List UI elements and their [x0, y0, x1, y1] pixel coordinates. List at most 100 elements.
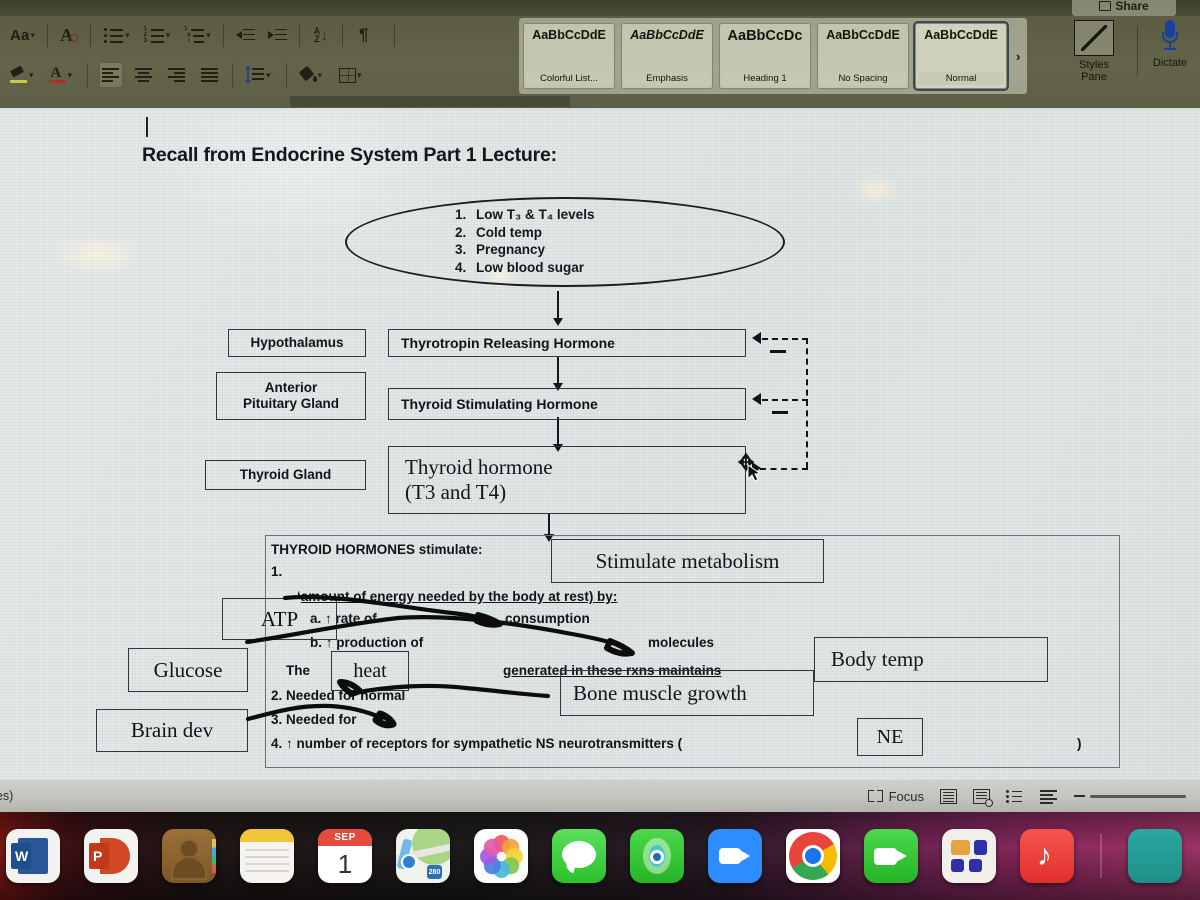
answer-box-heat[interactable]: heat — [331, 651, 409, 691]
dock-app-messages[interactable] — [552, 829, 606, 883]
chevron-down-icon[interactable]: ▾ — [318, 70, 323, 81]
style-preview: AaBbCcDdE — [532, 28, 606, 42]
dock-app-calendar[interactable]: SEP 1 — [318, 829, 372, 883]
sort-button[interactable]: A Z ↓ — [310, 22, 332, 48]
text-highlight-button[interactable]: ▾ — [8, 62, 36, 88]
align-center-button[interactable] — [132, 62, 156, 88]
hormone-box-trh[interactable]: Thyrotropin Releasing Hormone — [388, 329, 746, 357]
list-item: 3. Pregnancy — [455, 241, 785, 259]
borders-button[interactable]: ▾ — [337, 62, 364, 88]
styles-gallery[interactable]: AaBbCcDdE Colorful List... AaBbCcDdE Emp… — [519, 18, 1028, 94]
shading-button[interactable]: ▾ — [297, 62, 325, 88]
multilevel-list-button[interactable]: 1 a i ▾ — [183, 22, 213, 48]
dock-app-facetime[interactable] — [864, 829, 918, 883]
bullets-button[interactable]: ▾ — [102, 22, 132, 48]
document-page[interactable]: Recall from Endocrine System Part 1 Lect… — [0, 108, 1200, 780]
feedback-arrowhead-tsh — [752, 393, 761, 405]
dock-app-zoom[interactable] — [708, 829, 762, 883]
dictate-button[interactable]: Dictate — [1138, 20, 1200, 102]
trigger-list: 1. Low T₃ & T₄ levels 2. Cold temp 3. Pregn… — [455, 206, 785, 276]
align-center-icon — [134, 67, 154, 83]
page-title: Recall from Endocrine System Part 1 Lect… — [142, 144, 557, 166]
effects-sub-a-tail: consumption — [505, 611, 590, 626]
print-layout-view-icon[interactable] — [940, 788, 957, 804]
list-text: Low T₃ & T₄ levels — [476, 207, 595, 222]
effects-item4-close: ) — [1077, 736, 1082, 751]
divider — [90, 23, 92, 47]
dock-app-microsoft-word[interactable]: W — [6, 829, 60, 883]
increase-indent-icon — [267, 28, 287, 43]
numbering-button[interactable]: 1 2 3 ▾ — [143, 22, 173, 48]
chevron-down-icon[interactable]: ▾ — [206, 30, 211, 41]
answer-text: NE — [876, 725, 904, 748]
chevron-down-icon[interactable]: ▾ — [68, 70, 73, 81]
answer-box-ne[interactable]: NE — [857, 718, 923, 756]
dock-app-google-chrome[interactable] — [786, 829, 840, 883]
align-left-button[interactable] — [99, 62, 124, 88]
chevron-down-icon[interactable]: ▾ — [357, 70, 362, 81]
hormone-text-line2: (T3 and T4) — [405, 480, 507, 504]
share-button[interactable]: Share — [1072, 0, 1176, 16]
answer-box-brain-dev[interactable]: Brain dev — [96, 709, 248, 752]
decrease-indent-button[interactable] — [234, 22, 257, 48]
answer-box-atp[interactable]: ATP — [222, 598, 337, 640]
word-status-bar: tates) Focus — [0, 780, 1200, 812]
dock-app-maps[interactable]: 280 — [396, 829, 450, 883]
effects-item1-tail: ‘amount of energy needed by the body at … — [297, 589, 617, 604]
zoom-out-button[interactable] — [1074, 794, 1085, 798]
draft-view-icon[interactable] — [1039, 789, 1058, 804]
style-card-colorful-list[interactable]: AaBbCcDdE Colorful List... — [523, 23, 615, 89]
share-icon — [1099, 1, 1112, 11]
styles-pane-icon — [1074, 20, 1114, 56]
dock-app-music[interactable]: ♪ — [1020, 829, 1074, 883]
font-color-button[interactable]: A ▾ — [47, 62, 75, 88]
dock-app-microsoft-edge[interactable] — [1128, 829, 1182, 883]
hormone-box-tsh[interactable]: Thyroid Stimulating Hormone — [388, 388, 746, 420]
hormone-box-thyroid-hormone[interactable]: Thyroid hormone (T3 and T4) — [388, 446, 746, 514]
dock-app-notes[interactable] — [240, 829, 294, 883]
outline-view-icon[interactable] — [1006, 789, 1023, 803]
dock-app-contacts[interactable] — [162, 829, 216, 883]
focus-mode-button[interactable]: Focus — [867, 789, 924, 804]
web-layout-view-icon[interactable] — [973, 788, 993, 807]
change-case-button[interactable]: Aa ▾ — [8, 22, 37, 48]
answer-box-glucose[interactable]: Glucose — [128, 648, 248, 692]
align-right-button[interactable] — [165, 62, 189, 88]
increase-indent-button[interactable] — [266, 22, 289, 48]
list-number: 2. — [455, 224, 467, 240]
style-card-emphasis[interactable]: AaBbCcDdE Emphasis — [621, 23, 713, 89]
style-card-normal[interactable]: AaBbCcDdE Normal — [913, 21, 1009, 91]
justify-button[interactable] — [198, 62, 222, 88]
styles-pane-button[interactable]: Styles Pane — [1062, 20, 1126, 102]
dock-app-photos[interactable] — [474, 829, 528, 883]
style-preview: AaBbCcDdE — [924, 28, 998, 42]
answer-box-body-temp[interactable]: Body temp — [814, 637, 1048, 682]
chevron-down-icon[interactable]: ▾ — [29, 70, 34, 81]
chevron-down-icon: ▾ — [30, 29, 36, 40]
dock-app-letter: W — [15, 848, 29, 864]
answer-box-stimulate-metabolism[interactable]: Stimulate metabolism — [551, 539, 824, 583]
down-arrow-icon: ↓ — [321, 27, 328, 43]
chevron-down-icon[interactable]: ▾ — [166, 30, 171, 41]
gland-label-thyroid[interactable]: Thyroid Gland — [205, 460, 366, 490]
style-name: Heading 1 — [722, 72, 808, 85]
chevron-down-icon[interactable]: ▾ — [266, 70, 271, 81]
dock-divider — [1100, 834, 1102, 878]
line-spacing-button[interactable]: ▾ — [243, 62, 273, 88]
gland-label-hypothalamus[interactable]: Hypothalamus — [228, 329, 366, 357]
dock-app-find-my[interactable] — [630, 829, 684, 883]
style-card-heading-1[interactable]: AaBbCcDc Heading 1 — [719, 23, 811, 89]
clear-formatting-button[interactable]: A — [58, 22, 80, 48]
show-formatting-marks-button[interactable]: ¶ — [353, 22, 375, 48]
dock-app-microsoft-powerpoint[interactable]: P — [84, 829, 138, 883]
zoom-slider[interactable] — [1074, 794, 1186, 798]
styles-gallery-more-button[interactable]: › — [1013, 49, 1023, 64]
answer-box-bone-muscle-growth[interactable]: Bone muscle growth — [560, 670, 814, 716]
music-note-icon: ♪ — [1037, 839, 1052, 872]
style-card-no-spacing[interactable]: AaBbCcDdE No Spacing — [817, 23, 909, 89]
dock-app-launchpad[interactable] — [942, 829, 996, 883]
gland-label-anterior-pituitary[interactable]: Anterior Pituitary Gland — [216, 372, 366, 420]
answer-text: Stimulate metabolism — [595, 548, 780, 573]
zoom-track[interactable] — [1090, 794, 1186, 798]
chevron-down-icon[interactable]: ▾ — [125, 30, 130, 41]
